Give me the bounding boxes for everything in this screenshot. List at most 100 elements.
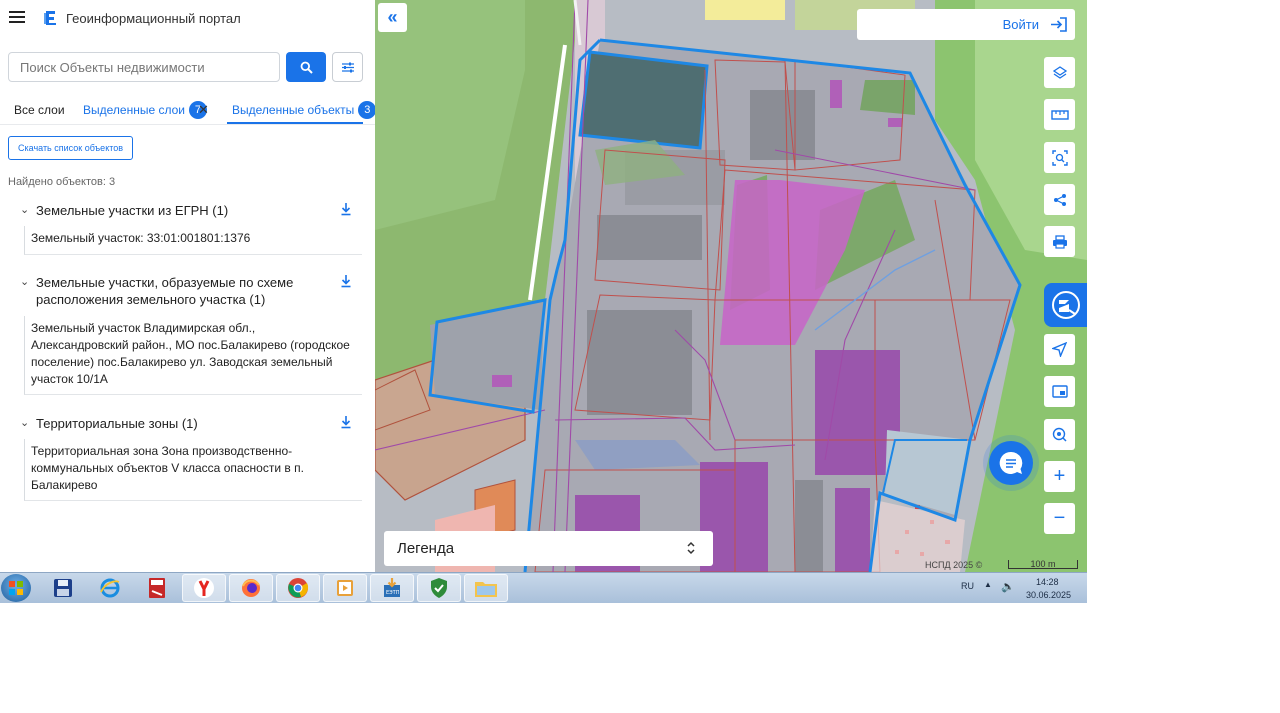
minimap-button[interactable] <box>1044 376 1075 407</box>
minimap-icon <box>1051 385 1068 398</box>
taskbar-explorer-app[interactable] <box>464 574 508 602</box>
zoom-out-button[interactable]: − <box>1044 503 1075 534</box>
geo-search-icon <box>1052 427 1067 442</box>
share-button[interactable] <box>1044 184 1075 215</box>
tab-selected-layers[interactable]: Выделенные слои 7 <box>83 96 207 124</box>
taskbar-firefox-app[interactable] <box>229 574 273 602</box>
tab-bar: Все слои Выделенные слои 7 ✕ Выделенные о… <box>0 96 375 124</box>
language-indicator[interactable]: RU <box>961 581 974 591</box>
app-title: Геоинформационный портал <box>66 11 241 26</box>
portal-logo-icon <box>44 11 56 25</box>
download-icon[interactable] <box>340 274 352 288</box>
search-input[interactable] <box>8 52 280 82</box>
tray-expand-icon[interactable]: ▲ <box>984 580 992 589</box>
print-button[interactable] <box>1044 226 1075 257</box>
chevron-down-icon[interactable]: ⌄ <box>20 274 29 291</box>
chevron-down-icon[interactable]: ⌄ <box>20 415 29 432</box>
map-view[interactable]: « Войти + − Легенда НСПД 2025 © 100 m <box>375 0 1087 572</box>
download-list-button[interactable]: Скачать список объектов <box>8 136 134 160</box>
app-window: Геоинформационный портал Все слои Выделе… <box>0 0 1087 572</box>
share-icon <box>1053 193 1066 206</box>
group-title: Земельные участки, образуемые по схеме р… <box>36 275 294 307</box>
etp-icon: ЕЭТП <box>384 578 400 597</box>
pdf-icon <box>149 578 165 598</box>
folder-icon <box>475 582 497 597</box>
locate-icon <box>1052 342 1067 357</box>
identify-tool-button[interactable] <box>1044 283 1087 327</box>
tab-label: Все слои <box>14 103 65 117</box>
taskbar-etp-app[interactable]: ЕЭТП <box>370 574 414 602</box>
media-player-icon <box>337 580 353 596</box>
layers-button[interactable] <box>1044 57 1075 88</box>
found-count: Найдено объектов: 3 <box>8 176 116 188</box>
filter-button[interactable] <box>332 52 363 82</box>
taskbar-security-app[interactable] <box>417 574 461 602</box>
zoom-out-icon: − <box>1053 507 1066 529</box>
zoom-in-icon: + <box>1053 465 1066 487</box>
close-icon[interactable]: ✕ <box>198 102 209 118</box>
chevron-down-icon[interactable]: ⌄ <box>20 202 29 219</box>
taskbar-yandex-app[interactable] <box>182 574 226 602</box>
scale-bar: 100 m <box>1008 560 1078 569</box>
login-label: Войти <box>1002 17 1039 32</box>
layers-icon <box>1052 65 1067 79</box>
map-canvas[interactable] <box>375 0 1087 572</box>
search-icon <box>300 61 313 74</box>
start-button[interactable] <box>1 574 31 602</box>
group-header-egrn[interactable]: ⌄ Земельные участки из ЕГРН (1) <box>20 202 360 219</box>
yandex-icon <box>194 578 214 598</box>
top-bar: Геоинформационный портал <box>0 0 375 38</box>
ie-icon <box>100 578 120 598</box>
group-title: Земельные участки из ЕГРН (1) <box>36 203 229 218</box>
measure-button[interactable] <box>1044 99 1075 130</box>
select-area-button[interactable] <box>1044 142 1075 173</box>
zoom-in-button[interactable]: + <box>1044 461 1075 492</box>
print-icon <box>1052 234 1067 249</box>
filter-sliders-icon <box>341 62 354 72</box>
list-item[interactable]: Территориальная зона Зона производственн… <box>24 439 362 501</box>
list-item[interactable]: Земельный участок Владимирская обл., Але… <box>24 316 362 395</box>
clock-date[interactable]: 30.06.2025 <box>1026 590 1071 600</box>
taskbar-ie-app[interactable] <box>88 574 132 602</box>
taskbar-pdf-app[interactable] <box>135 574 179 602</box>
download-icon[interactable] <box>340 415 352 429</box>
chevron-updown-icon <box>687 541 695 555</box>
windows-taskbar: ЕЭТП RU ▲ 🔈 14:28 30.06.2025 <box>0 572 1087 603</box>
locate-button[interactable] <box>1044 334 1075 365</box>
taskbar-chrome-app[interactable] <box>276 574 320 602</box>
side-panel: Геоинформационный портал Все слои Выделе… <box>0 0 375 572</box>
menu-icon[interactable] <box>9 11 25 25</box>
chat-icon <box>999 451 1023 474</box>
divider <box>0 124 375 125</box>
group-header-scheme[interactable]: ⌄ Земельные участки, образуемые по схеме… <box>20 274 360 308</box>
group-header-zones[interactable]: ⌄ Территориальные зоны (1) <box>20 415 360 432</box>
group-title: Территориальные зоны (1) <box>36 416 198 431</box>
chat-button[interactable] <box>989 441 1033 485</box>
login-button[interactable]: Войти <box>857 9 1075 40</box>
chrome-icon <box>288 578 309 598</box>
geo-search-button[interactable] <box>1044 419 1075 450</box>
shield-icon <box>431 578 447 598</box>
tab-selected-objects[interactable]: Выделенные объекты 3 <box>232 96 375 124</box>
save-icon <box>54 579 72 597</box>
list-item[interactable]: Земельный участок: 33:01:001801:1376 <box>24 226 362 255</box>
download-icon[interactable] <box>340 202 352 216</box>
svg-text:ЕЭТП: ЕЭТП <box>386 590 400 596</box>
count-badge: 3 <box>358 101 375 119</box>
scale-label: 100 m <box>1030 559 1056 569</box>
legend-dropdown[interactable]: Легенда <box>384 531 713 566</box>
tab-all-layers[interactable]: Все слои <box>14 96 65 124</box>
ruler-icon <box>1050 109 1069 120</box>
tab-label: Выделенные слои <box>83 103 185 117</box>
tab-label: Выделенные объекты <box>232 103 355 117</box>
taskbar-save-app[interactable] <box>41 574 85 602</box>
taskbar-media-app[interactable] <box>323 574 367 602</box>
login-icon <box>1051 17 1067 32</box>
collapse-panel-button[interactable]: « <box>378 3 407 32</box>
select-area-icon <box>1051 149 1068 166</box>
search-button[interactable] <box>286 52 326 82</box>
map-attribution: НСПД 2025 © <box>925 560 983 570</box>
volume-icon[interactable]: 🔈 <box>1001 580 1015 593</box>
firefox-icon <box>242 579 260 597</box>
clock-time[interactable]: 14:28 <box>1036 577 1059 587</box>
